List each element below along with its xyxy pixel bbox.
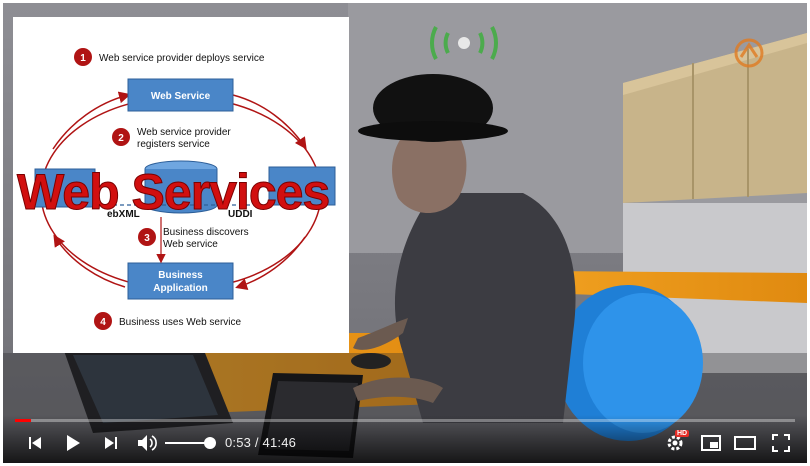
step-3-text-line1: Business discovers <box>163 227 249 238</box>
play-icon <box>67 435 80 451</box>
business-application-label-line1: Business <box>158 270 203 281</box>
miniplayer-button[interactable] <box>697 429 725 457</box>
step-2-text-line1: Web service provider <box>137 127 231 138</box>
time-separator: / <box>254 435 259 450</box>
volume-slider[interactable] <box>165 437 216 449</box>
theater-mode-icon <box>734 436 756 450</box>
mute-button[interactable] <box>133 429 161 457</box>
current-time: 0:53 <box>225 435 252 450</box>
player-controls: 0:53 / 41:46 HD <box>3 415 807 463</box>
time-display: 0:53 / 41:46 <box>225 435 296 450</box>
step-3-number: 3 <box>144 233 150 244</box>
volume-icon <box>138 435 157 451</box>
progress-bar[interactable] <box>15 419 795 422</box>
settings-button[interactable]: HD <box>661 429 690 457</box>
previous-button[interactable] <box>21 429 49 457</box>
step-4-number: 4 <box>100 317 106 328</box>
progress-fill <box>15 419 32 422</box>
volume-handle[interactable] <box>204 437 216 449</box>
theater-mode-button[interactable] <box>731 429 759 457</box>
fullscreen-icon <box>772 434 790 452</box>
skip-next-icon <box>105 437 117 449</box>
step-1-number: 1 <box>80 53 86 64</box>
overlay-title: Web Services <box>16 164 330 221</box>
step-3-text-line2: Web service <box>163 239 218 250</box>
channel-watermark-icon <box>734 38 764 68</box>
step-2-number: 2 <box>118 133 124 144</box>
hd-badge: HD <box>675 430 690 437</box>
play-button[interactable] <box>59 429 87 457</box>
web-service-box-label: Web Service <box>151 91 211 102</box>
step-1-text: Web service provider deploys service <box>99 53 265 64</box>
business-application-label-line2: Application <box>153 283 207 294</box>
duration: 41:46 <box>262 435 297 450</box>
miniplayer-icon <box>701 435 721 451</box>
skip-previous-icon <box>29 437 41 449</box>
step-4-text: Business uses Web service <box>119 317 242 328</box>
fullscreen-button[interactable] <box>767 429 795 457</box>
step-2-text-line2: registers service <box>137 139 210 150</box>
next-button[interactable] <box>97 429 125 457</box>
video-player[interactable]: Web Service Business Application ebXML U… <box>3 3 807 463</box>
